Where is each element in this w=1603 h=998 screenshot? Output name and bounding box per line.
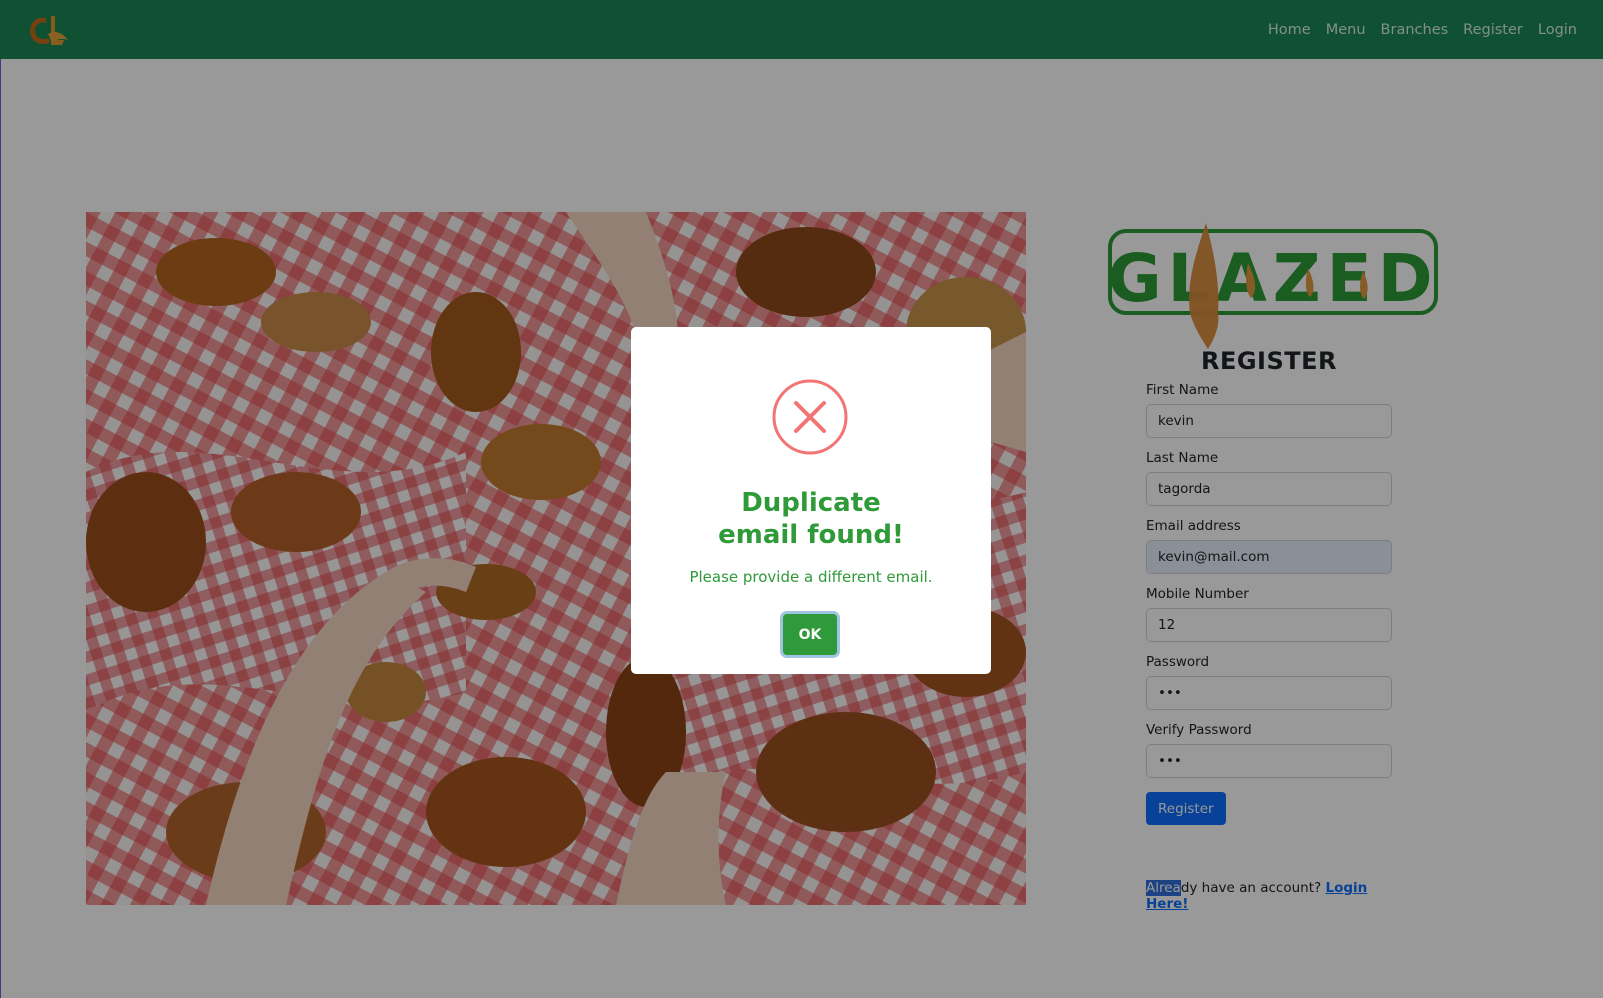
window-left-border	[0, 59, 1, 998]
error-dialog: Duplicate email found! Please provide a …	[631, 327, 991, 674]
dialog-title-text: Duplicate email found!	[718, 488, 904, 550]
error-x-icon	[772, 379, 848, 455]
dialog-title: Duplicate email found!	[631, 487, 991, 551]
ok-button[interactable]: OK	[783, 614, 837, 655]
dialog-message: Please provide a different email.	[689, 568, 933, 586]
